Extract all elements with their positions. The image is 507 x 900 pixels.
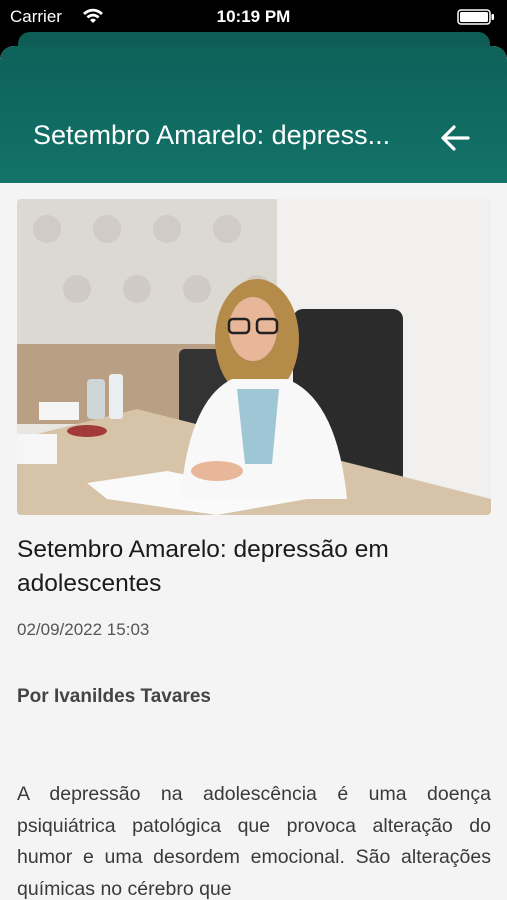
status-bar: Carrier 10:19 PM	[0, 0, 507, 34]
article-author: Por Ivanildes Tavares	[17, 686, 211, 707]
article-body: A depressão na adolescência é uma doença…	[17, 783, 491, 900]
article-date: 02/09/2022 15:03	[17, 620, 150, 639]
header-title: Setembro Amarelo: depress...	[33, 120, 391, 150]
article-title: Setembro Amarelo: depressão em adolescen…	[17, 536, 389, 597]
app-header: Setembro Amarelo: depress...	[0, 46, 507, 183]
arrow-left-icon[interactable]	[438, 122, 474, 154]
battery-icon	[457, 9, 494, 25]
article-image	[17, 199, 491, 515]
clock: 10:19 PM	[216, 7, 291, 26]
article-sheet: Setembro Amarelo: depress... Setembro Am…	[0, 46, 507, 900]
